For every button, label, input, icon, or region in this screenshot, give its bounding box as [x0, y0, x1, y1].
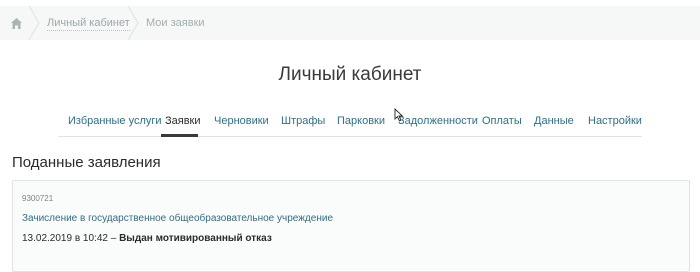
- tab-fines[interactable]: Штрафы: [281, 115, 325, 127]
- application-number: 9300721: [22, 194, 54, 203]
- application-status: Выдан мотивированный отказ: [119, 233, 272, 244]
- application-date: 13.02.2019 в 10:42: [22, 233, 108, 244]
- application-service-link[interactable]: Зачисление в государственное общеобразов…: [22, 213, 333, 224]
- tab-favorite-services[interactable]: Избранные услуги: [68, 115, 162, 127]
- tab-bar: Избранные услуги Заявки Черновики Штрафы…: [58, 108, 642, 137]
- application-card: 9300721 Зачисление в государственное общ…: [12, 180, 690, 272]
- active-tab-indicator: [161, 134, 198, 137]
- tab-parking[interactable]: Парковки: [337, 115, 385, 127]
- chevron-right-icon: [28, 6, 40, 40]
- application-status-line: 13.02.2019 в 10:42 – Выдан мотивированны…: [22, 233, 272, 244]
- breadcrumb-current: Мои заявки: [146, 17, 205, 29]
- home-icon[interactable]: [10, 17, 23, 30]
- tab-payments[interactable]: Оплаты: [482, 115, 522, 127]
- page-title: Личный кабинет: [278, 64, 422, 85]
- breadcrumb: Личный кабинет Мои заявки: [0, 6, 700, 40]
- tab-drafts[interactable]: Черновики: [214, 115, 269, 127]
- breadcrumb-link-personal-account[interactable]: Личный кабинет: [47, 17, 130, 31]
- tab-applications[interactable]: Заявки: [165, 115, 201, 127]
- tab-data[interactable]: Данные: [534, 115, 574, 127]
- mouse-pointer-icon: [394, 108, 404, 122]
- section-title: Поданные заявления: [12, 154, 161, 171]
- tab-settings[interactable]: Настройки: [588, 115, 642, 127]
- status-separator: –: [110, 233, 117, 244]
- tab-debts[interactable]: Задолженности: [398, 115, 478, 127]
- chevron-right-icon: [127, 6, 139, 40]
